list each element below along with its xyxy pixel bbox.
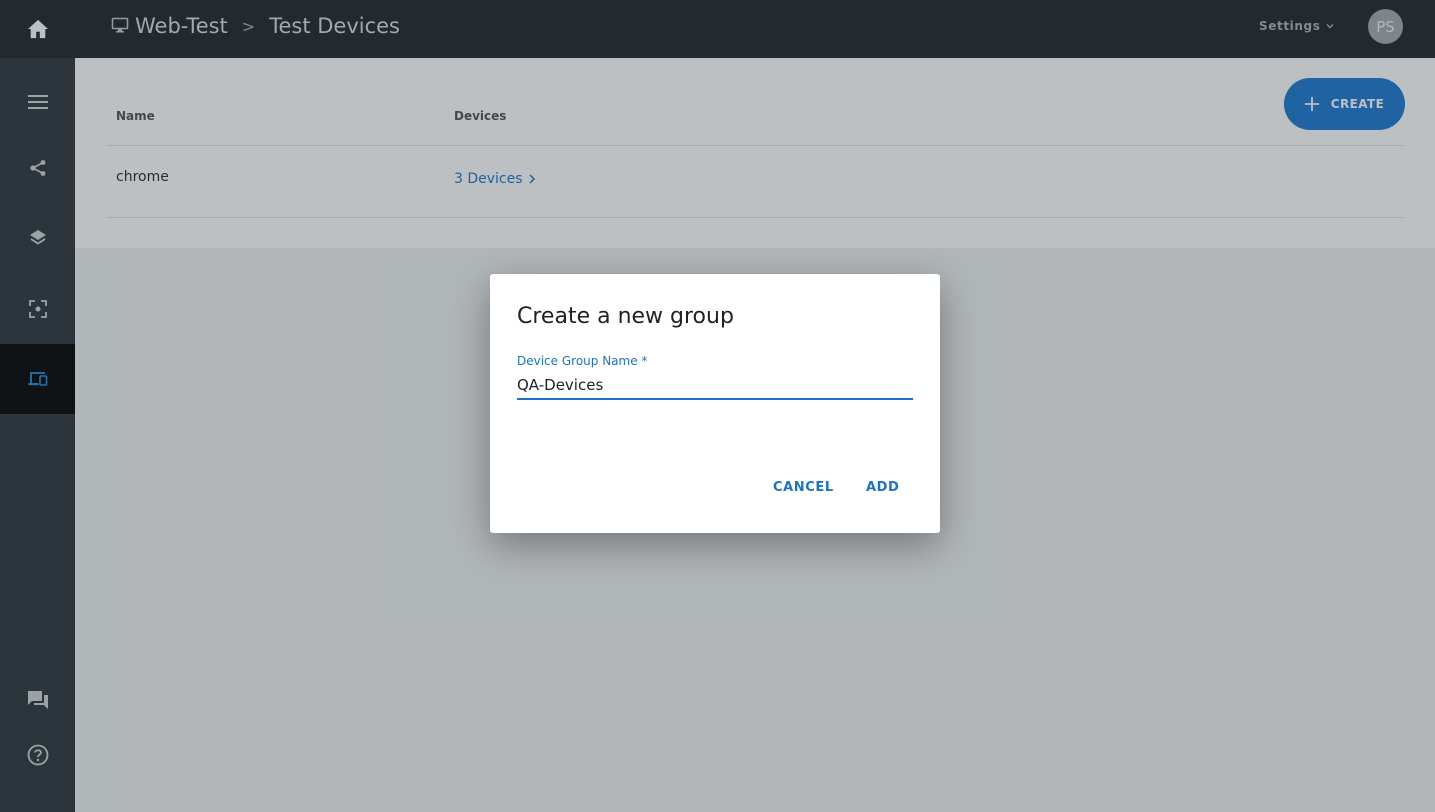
device-group-name-input[interactable] — [517, 372, 913, 400]
create-group-dialog: Create a new group Device Group Name * C… — [490, 274, 940, 533]
device-group-name-label: Device Group Name * — [517, 354, 648, 368]
add-button[interactable]: ADD — [866, 480, 899, 495]
dialog-title: Create a new group — [517, 304, 734, 329]
cancel-button[interactable]: CANCEL — [773, 480, 834, 495]
